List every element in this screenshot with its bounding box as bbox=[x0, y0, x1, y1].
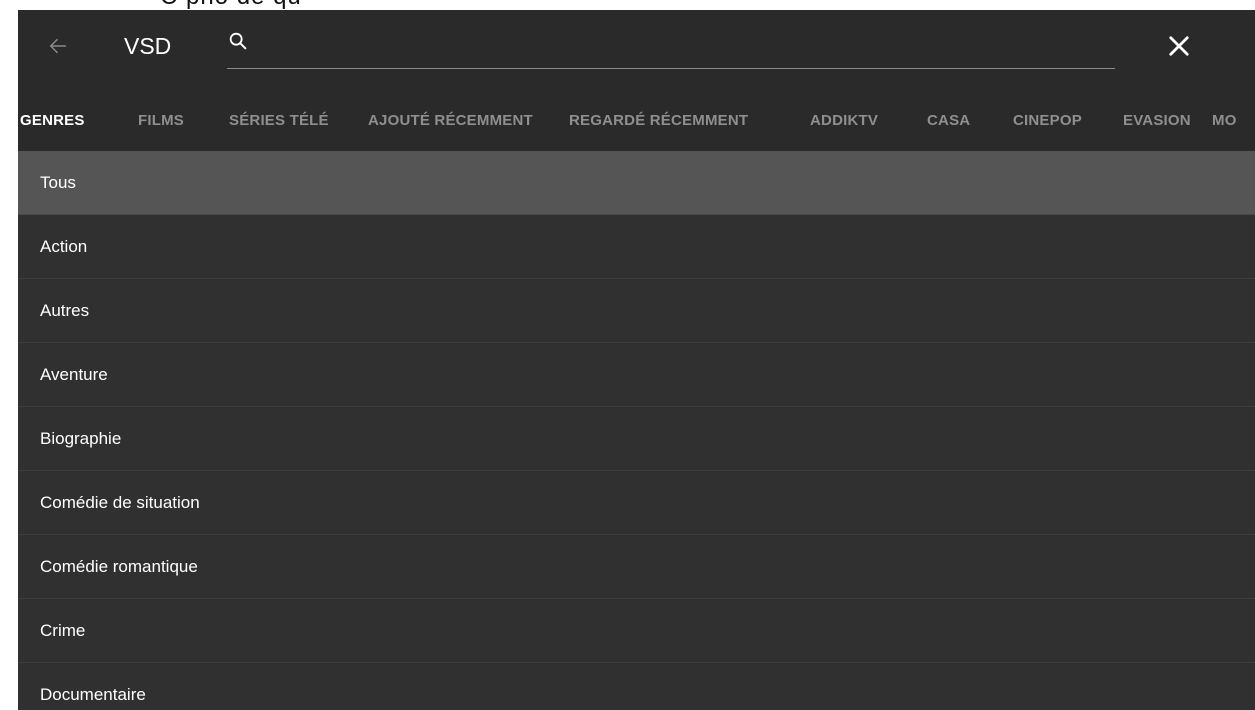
list-item-autres[interactable]: Autres bbox=[18, 279, 1255, 343]
tab-casa[interactable]: CASA bbox=[927, 86, 970, 151]
close-icon bbox=[1169, 36, 1189, 56]
list-item-documentaire[interactable]: Documentaire bbox=[18, 663, 1255, 710]
vod-app-window: VSD GENRES FILMS SÉRIES TÉLÉ AJOUTÉ RÉCE… bbox=[18, 10, 1255, 710]
list-item-crime[interactable]: Crime bbox=[18, 599, 1255, 663]
list-item-label: Comédie romantique bbox=[40, 557, 198, 576]
list-item-tous[interactable]: Tous bbox=[18, 151, 1255, 215]
list-item-label: Comédie de situation bbox=[40, 493, 200, 512]
search-field[interactable] bbox=[227, 24, 1115, 69]
list-item-aventure[interactable]: Aventure bbox=[18, 343, 1255, 407]
close-button[interactable] bbox=[1158, 26, 1200, 66]
top-cropped-strip: C pho de qu bbox=[0, 0, 1255, 10]
list-item-label: Biographie bbox=[40, 429, 122, 448]
list-item-label: Aventure bbox=[40, 365, 108, 384]
top-toolbar: VSD bbox=[18, 10, 1255, 86]
tab-evasion[interactable]: EVASION bbox=[1123, 86, 1191, 151]
tab-ajoute-recemment[interactable]: AJOUTÉ RÉCEMMENT bbox=[368, 86, 533, 151]
list-item-label: Tous bbox=[40, 173, 76, 192]
arrow-left-icon bbox=[49, 38, 67, 54]
search-icon bbox=[229, 32, 247, 50]
genre-list: Tous Action Autres Aventure Biographie C… bbox=[18, 151, 1255, 710]
list-item-label: Crime bbox=[40, 621, 86, 640]
list-item-comedie-romantique[interactable]: Comédie romantique bbox=[18, 535, 1255, 599]
category-tab-bar: GENRES FILMS SÉRIES TÉLÉ AJOUTÉ RÉCEMMEN… bbox=[18, 86, 1255, 151]
search-input[interactable] bbox=[263, 28, 1107, 62]
list-item-label: Autres bbox=[40, 301, 90, 320]
list-item-action[interactable]: Action bbox=[18, 215, 1255, 279]
tab-more-truncated[interactable]: MO bbox=[1212, 86, 1237, 151]
page-title: VSD bbox=[124, 33, 172, 59]
tab-addiktv[interactable]: ADDIKTV bbox=[810, 86, 878, 151]
cropped-heading-text: C pho de qu bbox=[160, 0, 302, 10]
tab-series-tele[interactable]: SÉRIES TÉLÉ bbox=[229, 86, 329, 151]
list-item-comedie-de-situation[interactable]: Comédie de situation bbox=[18, 471, 1255, 535]
list-item-label: Documentaire bbox=[40, 685, 146, 704]
tab-cinepop[interactable]: CINEPOP bbox=[1013, 86, 1082, 151]
tab-regarde-recemment[interactable]: REGARDÉ RÉCEMMENT bbox=[569, 86, 748, 151]
list-item-biographie[interactable]: Biographie bbox=[18, 407, 1255, 471]
tab-genres[interactable]: GENRES bbox=[20, 86, 85, 151]
tab-films[interactable]: FILMS bbox=[138, 86, 184, 151]
back-button[interactable] bbox=[36, 26, 80, 66]
list-item-label: Action bbox=[40, 237, 88, 256]
